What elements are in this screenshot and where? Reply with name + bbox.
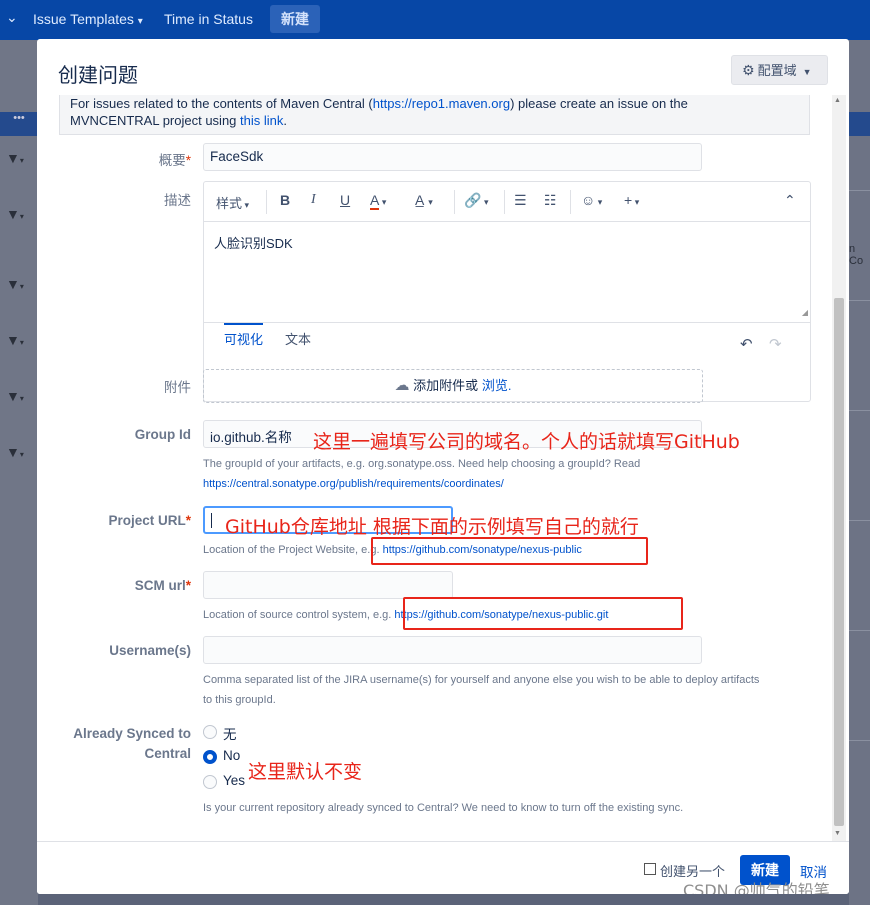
text-cursor bbox=[211, 513, 212, 528]
group-id-label: Group Id bbox=[134, 427, 191, 442]
usernames-input[interactable] bbox=[203, 636, 702, 664]
background-divider bbox=[849, 410, 870, 411]
background-toolbar-strip: ••• bbox=[0, 112, 38, 136]
synced-radio-none[interactable] bbox=[203, 725, 217, 739]
text-style-dropdown[interactable]: 样式 ▾ bbox=[216, 193, 249, 212]
scrollbar-thumb[interactable] bbox=[834, 298, 844, 826]
summary-input[interactable]: FaceSdk bbox=[203, 143, 702, 171]
editor-mode-tabs: 可视化 文本 ↶ ↷ bbox=[204, 322, 810, 362]
create-issue-dialog: 创建问题 ⚙ 配置域 ▼ For issues related to the con… bbox=[37, 39, 849, 894]
usernames-help: Comma separated list of the JIRA usernam… bbox=[203, 674, 760, 706]
underline-button[interactable]: U bbox=[340, 192, 350, 208]
already-synced-help: Is your current repository already synce… bbox=[203, 802, 684, 814]
nav-time-in-status[interactable]: Time in Status bbox=[164, 11, 253, 27]
filter-icon[interactable]: ▼▾ bbox=[6, 444, 34, 462]
background-divider bbox=[849, 520, 870, 521]
synced-radio-yes[interactable] bbox=[203, 775, 217, 789]
dialog-footer: 创建另一个 新建 取消 CSDN @帅气的铅笔 bbox=[37, 841, 849, 894]
project-url-label: Project URL* bbox=[108, 513, 191, 528]
top-navigation: ⌄ Issue Templates ▾ Time in Status 新建 bbox=[0, 0, 870, 40]
undo-icon[interactable]: ↶ bbox=[740, 335, 753, 353]
summary-label: 概要* bbox=[158, 153, 191, 168]
numbered-list-icon[interactable]: ☷ bbox=[544, 192, 557, 209]
attachment-label: 附件 bbox=[164, 380, 191, 395]
dialog-body: For issues related to the contents of Ma… bbox=[37, 95, 849, 841]
nav-create-button[interactable]: 新建 bbox=[270, 5, 320, 33]
collapse-toolbar-icon[interactable]: ⌃ bbox=[784, 192, 796, 209]
synced-option-none: 无 bbox=[223, 727, 237, 742]
redo-icon[interactable]: ↷ bbox=[769, 335, 782, 353]
toolbar-separator bbox=[570, 190, 571, 214]
toolbar-separator bbox=[454, 190, 455, 214]
annotation-group-id: 这里一遍填写公司的域名。个人的话就填写GitHub bbox=[313, 431, 740, 453]
nav-issue-templates[interactable]: Issue Templates ▾ bbox=[33, 11, 143, 27]
toolbar-separator bbox=[504, 190, 505, 214]
synced-radio-no[interactable] bbox=[203, 750, 217, 764]
usernames-label: Username(s) bbox=[109, 643, 191, 658]
italic-button[interactable]: I bbox=[311, 192, 316, 208]
background-divider bbox=[849, 300, 870, 301]
maven-repo-link[interactable]: https://repo1.maven.org bbox=[373, 96, 510, 111]
description-label: 描述 bbox=[164, 193, 191, 208]
text-format-icon[interactable]: A̲ ▾ bbox=[415, 192, 433, 208]
browse-link[interactable]: 浏览. bbox=[482, 378, 512, 393]
annotation-box-scm-url bbox=[403, 597, 683, 630]
this-link[interactable]: this link bbox=[240, 113, 283, 128]
scroll-down-icon[interactable]: ▼ bbox=[834, 830, 841, 837]
filter-icon[interactable]: ▼▾ bbox=[6, 206, 34, 224]
text-color-button[interactable]: A ▾ bbox=[370, 192, 386, 210]
filter-icon[interactable]: ▼▾ bbox=[6, 332, 34, 350]
configure-fields-button[interactable]: ⚙ 配置域 ▼ bbox=[731, 55, 828, 85]
coordinates-link[interactable]: https://central.sonatype.org/publish/req… bbox=[203, 478, 504, 490]
background-partial-text: n Co bbox=[849, 243, 864, 267]
bullet-list-icon[interactable]: ☰ bbox=[514, 192, 527, 209]
upload-cloud-icon: ☁ bbox=[394, 377, 410, 394]
background-header-strip bbox=[849, 112, 870, 136]
chevron-down-icon: ▾ bbox=[137, 16, 143, 27]
synced-option-no: No bbox=[223, 748, 241, 763]
filter-icon[interactable]: ▼▾ bbox=[6, 276, 34, 294]
tab-visual[interactable]: 可视化 bbox=[224, 323, 264, 348]
synced-option-yes: Yes bbox=[223, 773, 246, 788]
insert-plus-icon[interactable]: + ▾ bbox=[624, 192, 639, 208]
resize-handle-icon[interactable]: ◢ bbox=[802, 308, 808, 317]
annotation-project-url: GitHub仓库地址 根据下面的示例填写自己的就行 bbox=[225, 516, 639, 538]
editor-toolbar: 样式 ▾ B I U A ▾ A̲ ▾ 🔗 ▾ ☰ ☷ ☺ ▾ + ▾ ⌃ bbox=[204, 182, 810, 222]
already-synced-label: Already Synced to Central bbox=[73, 726, 191, 761]
dialog-title: 创建问题 bbox=[58, 65, 138, 87]
create-another-checkbox[interactable] bbox=[644, 863, 656, 875]
scm-url-label: SCM url* bbox=[134, 578, 191, 593]
attachment-dropzone[interactable]: ☁ 添加附件或 浏览. bbox=[203, 369, 703, 403]
annotation-box-project-url bbox=[371, 537, 648, 565]
group-id-help: The groupId of your artifacts, e.g. org.… bbox=[203, 458, 641, 490]
link-icon[interactable]: 🔗 ▾ bbox=[464, 192, 488, 209]
annotation-synced: 这里默认不变 bbox=[248, 761, 363, 783]
nav-dropdown-caret[interactable]: ⌄ bbox=[6, 9, 18, 26]
maven-notice: For issues related to the contents of Ma… bbox=[59, 95, 810, 135]
filter-icon[interactable]: ▼▾ bbox=[6, 150, 34, 168]
emoji-icon[interactable]: ☺ ▾ bbox=[581, 192, 602, 208]
bold-button[interactable]: B bbox=[280, 192, 290, 208]
dialog-scrollbar[interactable]: ▲ ▼ bbox=[832, 95, 846, 841]
tab-text[interactable]: 文本 bbox=[285, 329, 311, 348]
background-divider bbox=[849, 740, 870, 741]
scroll-up-icon[interactable]: ▲ bbox=[834, 97, 841, 104]
description-content[interactable]: 人脸识别SDK bbox=[214, 233, 293, 252]
background-divider bbox=[849, 630, 870, 631]
gear-icon: ⚙ bbox=[742, 62, 755, 78]
scm-url-input[interactable] bbox=[203, 571, 453, 599]
toolbar-separator bbox=[266, 190, 267, 214]
filter-icon[interactable]: ▼▾ bbox=[6, 388, 34, 406]
csdn-watermark: CSDN @帅气的铅笔 bbox=[683, 881, 830, 894]
background-content bbox=[849, 40, 870, 905]
background-sidebar bbox=[0, 40, 38, 905]
background-divider bbox=[849, 190, 870, 191]
caret-down-icon: ▼ bbox=[802, 67, 812, 77]
